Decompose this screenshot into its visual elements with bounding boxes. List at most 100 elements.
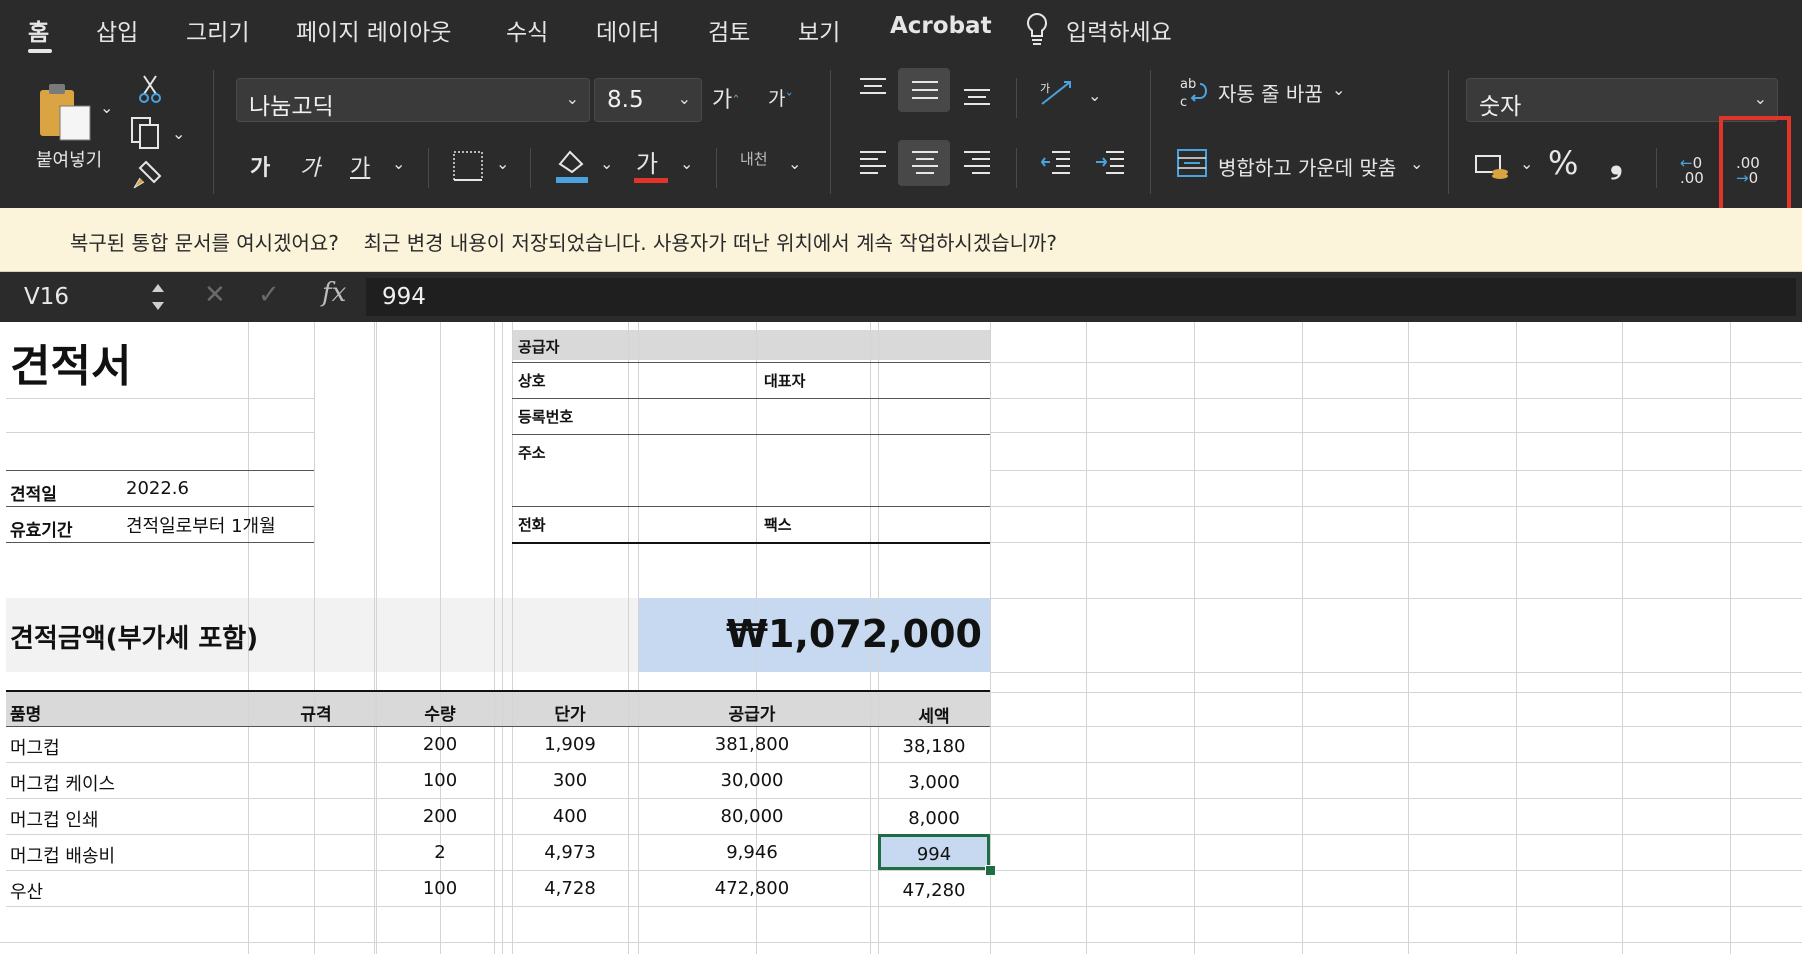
- wrap-text-button[interactable]: 자동 줄 바꿈: [1218, 78, 1323, 107]
- fill-handle[interactable]: [985, 865, 996, 876]
- fill-color-dropdown-icon[interactable]: ⌄: [600, 154, 613, 173]
- notification-title[interactable]: 복구된 통합 문서를 여시겠어요?: [70, 231, 339, 255]
- total-value[interactable]: ₩1,072,000: [640, 612, 982, 656]
- phonetic-button[interactable]: 내천: [740, 148, 768, 169]
- align-left-icon[interactable]: [858, 148, 888, 178]
- row-item[interactable]: 우산: [10, 878, 43, 904]
- caret-up-icon: ˆ: [732, 93, 740, 111]
- page-title: 견적서: [10, 341, 132, 392]
- comma-style-button[interactable]: ❟: [1610, 142, 1623, 181]
- wrap-text-dropdown-icon[interactable]: ⌄: [1332, 80, 1345, 99]
- quote-date-value[interactable]: 2022.6: [126, 478, 189, 499]
- underline-dropdown-icon[interactable]: ⌄: [392, 154, 405, 173]
- font-size-value: 8.5: [607, 87, 644, 113]
- format-painter-icon[interactable]: [132, 158, 166, 192]
- font-size-combo[interactable]: 8.5 ⌄: [594, 78, 702, 122]
- orientation-dropdown-icon[interactable]: ⌄: [1088, 86, 1101, 105]
- row-supply-price[interactable]: 9,946: [638, 842, 866, 863]
- worksheet[interactable]: 견적서 견적일 2022.6 유효기간 견적일로부터 1개월 공급자 상호 대표…: [0, 322, 1802, 954]
- paste-icon[interactable]: [36, 80, 96, 142]
- grid-line: [6, 870, 990, 871]
- merge-center-dropdown-icon[interactable]: ⌄: [1410, 154, 1423, 173]
- row-item[interactable]: 머그컵: [10, 734, 60, 760]
- tab-data[interactable]: 데이터: [596, 13, 659, 47]
- row-tax[interactable]: 8,000: [878, 808, 990, 829]
- cancel-icon[interactable]: ✕: [204, 280, 226, 310]
- row-item[interactable]: 머그컵 배송비: [10, 842, 115, 868]
- row-unit-price[interactable]: 400: [502, 806, 638, 827]
- increase-decimal-button[interactable]: ←0.00: [1680, 156, 1704, 186]
- row-supply-price[interactable]: 381,800: [638, 734, 866, 755]
- copy-icon[interactable]: [130, 116, 164, 150]
- merge-center-button[interactable]: 병합하고 가운데 맞춤: [1218, 152, 1396, 181]
- font-color-dropdown-icon[interactable]: ⌄: [680, 154, 693, 173]
- row-unit-price[interactable]: 4,728: [502, 878, 638, 899]
- tab-formulas[interactable]: 수식: [506, 13, 548, 47]
- align-middle-icon[interactable]: [910, 78, 940, 104]
- row-qty[interactable]: 200: [378, 806, 502, 827]
- italic-button[interactable]: 가: [300, 150, 320, 182]
- row-qty[interactable]: 2: [378, 842, 502, 863]
- bold-button[interactable]: 가: [250, 150, 270, 182]
- row-qty[interactable]: 100: [378, 878, 502, 899]
- border-dropdown-icon[interactable]: ⌄: [496, 154, 509, 173]
- formula-input[interactable]: 994: [366, 278, 1796, 316]
- font-color-button[interactable]: 가: [636, 144, 658, 179]
- row-tax[interactable]: 3,000: [878, 772, 990, 793]
- tab-acrobat[interactable]: Acrobat: [890, 13, 992, 39]
- name-box[interactable]: V16: [10, 278, 170, 316]
- enter-icon[interactable]: ✓: [258, 280, 280, 310]
- grid-line: [990, 906, 1802, 907]
- validity-value[interactable]: 견적일로부터 1개월: [126, 512, 276, 538]
- font-name-combo[interactable]: 나눔고딕 ⌄: [236, 78, 590, 122]
- align-bottom-icon[interactable]: [962, 82, 992, 108]
- border-icon[interactable]: [452, 150, 484, 182]
- tell-me-search[interactable]: 입력하세요: [1066, 13, 1172, 47]
- tab-home[interactable]: 홈: [28, 13, 49, 47]
- row-item[interactable]: 머그컵 인쇄: [10, 806, 99, 832]
- row-item[interactable]: 머그컵 케이스: [10, 770, 115, 796]
- wrap-text-icon[interactable]: ab c: [1178, 74, 1210, 110]
- copy-dropdown-icon[interactable]: ⌄: [172, 124, 185, 143]
- fx-icon[interactable]: fx: [322, 278, 346, 308]
- row-tax[interactable]: 994: [878, 844, 990, 865]
- tab-review[interactable]: 검토: [708, 13, 750, 47]
- recovery-notification-bar: 복구된 통합 문서를 여시겠어요? 최근 변경 내용이 저장되었습니다. 사용자…: [0, 208, 1802, 272]
- row-qty[interactable]: 200: [378, 734, 502, 755]
- row-supply-price[interactable]: 80,000: [638, 806, 866, 827]
- col-header-qty: 수량: [424, 705, 456, 725]
- underline-button[interactable]: 가: [350, 150, 370, 182]
- align-top-icon[interactable]: [858, 76, 888, 102]
- tab-draw[interactable]: 그리기: [186, 13, 249, 47]
- row-unit-price[interactable]: 4,973: [502, 842, 638, 863]
- tab-view[interactable]: 보기: [798, 13, 840, 47]
- row-unit-price[interactable]: 1,909: [502, 734, 638, 755]
- row-tax[interactable]: 38,180: [878, 736, 990, 757]
- row-qty[interactable]: 100: [378, 770, 502, 791]
- tab-insert[interactable]: 삽입: [96, 13, 138, 47]
- accounting-format-icon[interactable]: [1474, 150, 1510, 182]
- align-right-icon[interactable]: [962, 148, 992, 178]
- tab-page-layout[interactable]: 페이지 레이아웃: [296, 13, 451, 47]
- phonetic-dropdown-icon[interactable]: ⌄: [788, 154, 801, 173]
- orientation-icon[interactable]: 가: [1038, 76, 1078, 110]
- accounting-format-dropdown-icon[interactable]: ⌄: [1520, 154, 1533, 173]
- cut-icon[interactable]: [138, 74, 162, 104]
- separator: [830, 70, 831, 194]
- name-box-stepper-icon[interactable]: [150, 280, 166, 314]
- percent-button[interactable]: %: [1548, 144, 1578, 182]
- border-line: [512, 434, 990, 435]
- merge-center-icon[interactable]: [1176, 148, 1208, 178]
- shrink-font-button[interactable]: 가ˇ: [768, 84, 793, 111]
- row-supply-price[interactable]: 30,000: [638, 770, 866, 791]
- fill-color-icon[interactable]: [554, 146, 590, 184]
- row-unit-price[interactable]: 300: [502, 770, 638, 791]
- align-center-icon[interactable]: [910, 148, 940, 178]
- paste-dropdown-icon[interactable]: ⌄: [100, 98, 113, 117]
- paste-label: 붙여넣기: [36, 150, 103, 171]
- row-tax[interactable]: 47,280: [878, 880, 990, 901]
- grow-font-button[interactable]: 가ˆ: [712, 82, 740, 114]
- decrease-indent-icon[interactable]: [1040, 148, 1072, 178]
- increase-indent-icon[interactable]: [1094, 148, 1126, 178]
- row-supply-price[interactable]: 472,800: [638, 878, 866, 899]
